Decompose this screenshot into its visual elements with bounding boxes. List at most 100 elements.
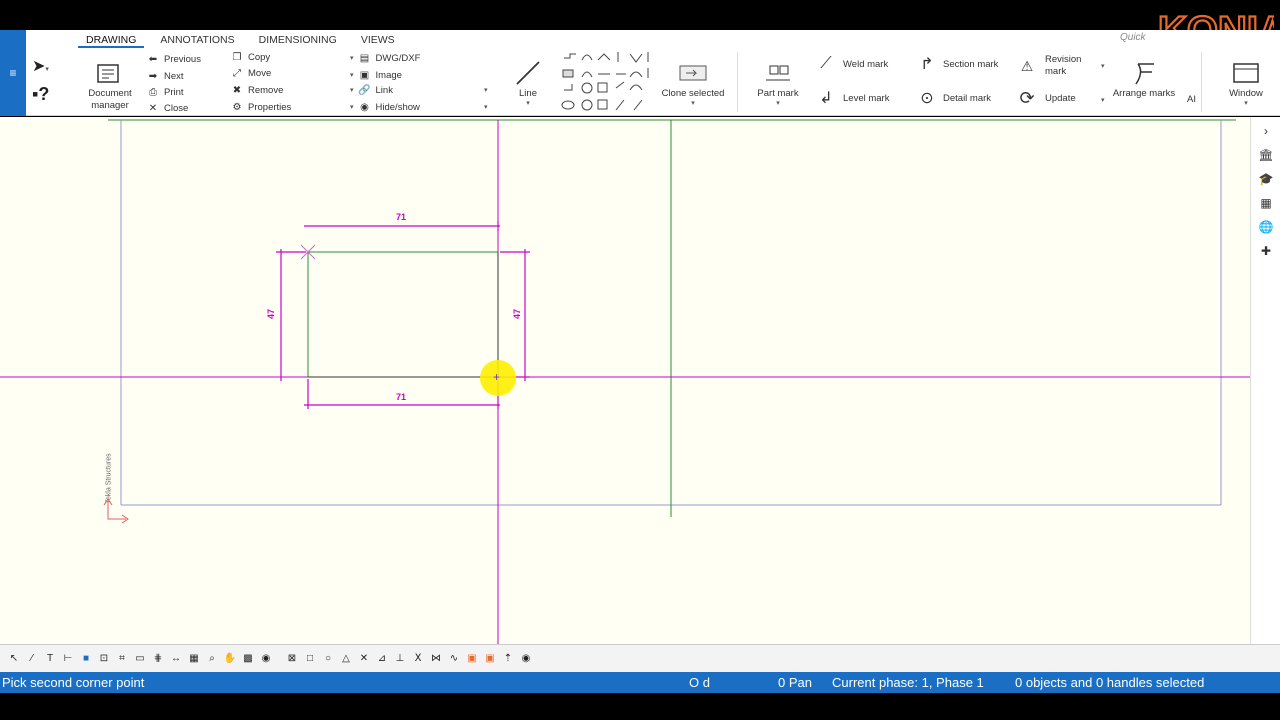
properties-button[interactable]: ⚙ Properties [231, 101, 292, 113]
hide-show-label: Hide/show [375, 101, 420, 113]
print-button[interactable]: ⎙ Print [147, 86, 184, 98]
globe-icon[interactable]: 🌐 [1251, 215, 1280, 239]
link-dropdown-arrow[interactable]: ▾ [484, 86, 488, 94]
help-icon[interactable]: ▪? [32, 84, 49, 105]
dimension-bottom-label[interactable]: 71 [396, 392, 406, 402]
detail-mark-button[interactable]: ⊙ Detail mark [916, 90, 991, 107]
line-tool-icon[interactable]: ⁄ [24, 651, 40, 667]
select-tools: ➤▾ ▪? [28, 48, 68, 114]
dimension-right-label[interactable]: 47 [512, 309, 522, 319]
weld-mark-icon: ⟋ [820, 55, 832, 72]
tab-annotations[interactable]: ANNOTATIONS [152, 32, 242, 48]
link-button[interactable]: ▾ 🔗 Link [350, 84, 393, 96]
part-mark-button[interactable]: Part mark ▾ [752, 58, 804, 107]
add-panel-icon[interactable]: ✚ [1251, 239, 1280, 263]
expand-panel-icon[interactable]: › [1251, 119, 1280, 143]
move-button[interactable]: ⤢ Move [231, 67, 271, 79]
link-label: Link [375, 84, 393, 96]
status-phase[interactable]: Current phase: 1, Phase 1 [832, 672, 984, 693]
view-tool-icon[interactable]: ◉ [258, 651, 274, 667]
dimension-left-label[interactable]: 47 [266, 309, 276, 319]
drawing-canvas[interactable]: 71 71 47 47 + Tekla Structures [0, 117, 1250, 644]
snap-curve-icon[interactable]: ∿ [446, 651, 462, 667]
ai-label[interactable]: AI [1187, 94, 1196, 105]
ribbon: ≡ ➤▾ ▪? DRAWING ANNOTATIONS DIMENSIONING… [0, 30, 1280, 116]
arrange-marks-button[interactable]: Arrange marks [1112, 58, 1176, 99]
snap-box-icon[interactable]: ⊠ [284, 651, 300, 667]
pattern-tool-icon[interactable]: ▩ [240, 651, 256, 667]
update-label: Update [1045, 92, 1076, 104]
close-button[interactable]: ✕ Close [147, 102, 189, 114]
revision-mark-button[interactable]: ⚠ Revision mark [1014, 54, 1085, 78]
snap-extension-icon[interactable]: ⋈ [428, 651, 444, 667]
snap-x-icon[interactable]: Ⅹ [410, 651, 426, 667]
window-button[interactable]: Window ▾ [1220, 58, 1272, 107]
snap-cross-icon[interactable]: ✕ [356, 651, 372, 667]
clone-selected-button[interactable]: Clone selected ▾ [660, 58, 726, 107]
measure-tool-icon[interactable]: ↔ [168, 651, 184, 667]
copy-button[interactable]: ❐ Copy [231, 51, 271, 63]
revision-mark-icon: ⚠ [1020, 57, 1034, 74]
line-label: Line [519, 88, 537, 99]
tab-views[interactable]: VIEWS [353, 32, 403, 48]
frame-tool-icon[interactable]: ⊡ [96, 651, 112, 667]
window-tool-icon[interactable]: ▭ [132, 651, 148, 667]
coordinate-axis-icon [103, 498, 129, 524]
level-mark-button[interactable]: ↲ Level mark [814, 90, 889, 107]
cursor-crosshair-icon: + [493, 370, 501, 384]
tab-drawing[interactable]: DRAWING [78, 32, 145, 48]
line-button[interactable]: Line ▾ [508, 58, 548, 107]
revision-dropdown-arrow[interactable]: ▾ [1101, 62, 1105, 70]
catalog-icon[interactable]: 🏛 [1251, 143, 1280, 167]
grid-tool-icon[interactable]: ⋕ [150, 651, 166, 667]
dwg-dxf-button[interactable]: ▾ ▤ DWG/DXF [350, 52, 420, 64]
properties-label: Properties [248, 101, 292, 113]
remove-button[interactable]: ✖ Remove [231, 84, 284, 96]
menu-icon[interactable]: ≡ [0, 30, 26, 116]
copy-icon: ❐ [232, 51, 242, 63]
snap-line-icon[interactable]: ⊥ [392, 651, 408, 667]
previous-button[interactable]: ⬅ Previous [147, 53, 201, 65]
chevron-down-icon: ▾ [350, 104, 354, 111]
zoom-tool-icon[interactable]: ⌕ [204, 651, 220, 667]
snap-free-icon[interactable]: ⇡ [500, 651, 516, 667]
select-arrow-icon[interactable]: ➤▾ [32, 56, 49, 76]
select-tool-icon[interactable]: ↖ [6, 651, 22, 667]
weld-mark-button[interactable]: ⟋ Weld mark [814, 55, 888, 72]
text-tool-icon[interactable]: T [42, 651, 58, 667]
image-button[interactable]: ▾ ▣ Image [350, 69, 402, 81]
snap-orange-icon[interactable]: ▣ [464, 651, 480, 667]
right-side-panel: › 🏛 🎓 ▦ 🌐 ✚ [1250, 117, 1280, 644]
link-icon: 🔗 [358, 84, 371, 96]
rectangle-shape[interactable] [307, 251, 499, 378]
next-button[interactable]: ➡ Next [147, 70, 184, 82]
hide-show-dropdown-arrow[interactable]: ▾ [484, 103, 488, 111]
snap-perpendicular-icon[interactable]: ⊿ [374, 651, 390, 667]
snap-triangle-icon[interactable]: △ [338, 651, 354, 667]
section-mark-button[interactable]: ↱ Section mark [916, 56, 999, 73]
document-manager-button[interactable]: Document manager [84, 58, 136, 112]
tab-dimensioning[interactable]: DIMENSIONING [251, 32, 345, 48]
hide-show-button[interactable]: ▾ ◉ Hide/show [350, 101, 420, 113]
bottom-toolbar: ↖ ⁄ T ⊢ ■ ⊡ ⌗ ▭ ⋕ ↔ ▦ ⌕ ✋ ▩ ◉ ⊠ □ ○ △ ✕ … [0, 644, 1280, 672]
dimension-top-label[interactable]: 71 [396, 212, 406, 222]
snap-orange-point-icon[interactable]: ▣ [482, 651, 498, 667]
fill-tool-icon[interactable]: ■ [78, 651, 94, 667]
snap-circle-icon[interactable]: ○ [320, 651, 336, 667]
section-mark-label: Section mark [943, 58, 999, 70]
update-dropdown-arrow[interactable]: ▾ [1101, 96, 1105, 104]
snap-square-icon[interactable]: □ [302, 651, 318, 667]
letterbox-bottom [0, 693, 1280, 720]
drawing-view[interactable] [0, 117, 1250, 644]
properties-panel-icon[interactable]: ▦ [1251, 191, 1280, 215]
snap-tool-icon[interactable]: ⌗ [114, 651, 130, 667]
quick-launch-input[interactable]: Quick [1120, 32, 1160, 43]
title-bar [0, 0, 1280, 30]
shape-tools-grid[interactable] [560, 50, 660, 116]
snap-view-icon[interactable]: ◉ [518, 651, 534, 667]
table-tool-icon[interactable]: ▦ [186, 651, 202, 667]
update-button[interactable]: ⟳ Update [1014, 88, 1076, 108]
learning-icon[interactable]: 🎓 [1251, 167, 1280, 191]
pan-tool-icon[interactable]: ✋ [222, 651, 238, 667]
dimension-tool-icon[interactable]: ⊢ [60, 651, 76, 667]
